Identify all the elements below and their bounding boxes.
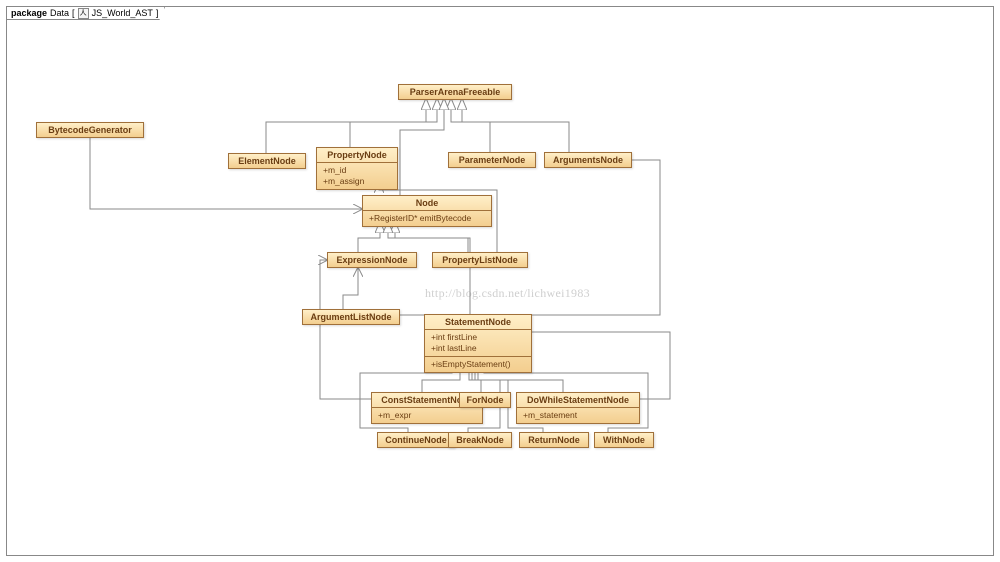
class-arguments-node[interactable]: ArgumentsNode (544, 152, 632, 168)
class-attrs: +m_expr (372, 407, 482, 423)
class-attrs: +m_id +m_assign (317, 162, 397, 189)
class-title: ExpressionNode (328, 253, 416, 267)
attr: +m_expr (378, 410, 476, 421)
class-return-node[interactable]: ReturnNode (519, 432, 589, 448)
class-element-node[interactable]: ElementNode (228, 153, 306, 169)
class-attrs: +int firstLine +int lastLine (425, 329, 531, 356)
class-continue-node[interactable]: ContinueNode (377, 432, 455, 448)
attr: +int firstLine (431, 332, 525, 343)
person-icon: 人 (78, 8, 89, 19)
attr: +m_id (323, 165, 391, 176)
class-title: WithNode (595, 433, 653, 447)
class-parameter-node[interactable]: ParameterNode (448, 152, 536, 168)
package-name: Data (50, 8, 69, 18)
class-node[interactable]: Node +RegisterID* emitBytecode (362, 195, 492, 227)
class-parser-arena-freeable[interactable]: ParserArenaFreeable (398, 84, 512, 100)
class-argument-list-node[interactable]: ArgumentListNode (302, 309, 400, 325)
op: +isEmptyStatement() (431, 359, 525, 370)
package-keyword: package (11, 8, 47, 18)
class-title: DoWhileStatementNode (517, 393, 639, 407)
attr: +m_statement (523, 410, 633, 421)
attr: +int lastLine (431, 343, 525, 354)
package-tab: package Data [ 人 JS_World_AST ] (6, 6, 165, 20)
class-title: ContinueNode (378, 433, 454, 447)
class-ops: +isEmptyStatement() (425, 356, 531, 372)
class-property-node[interactable]: PropertyNode +m_id +m_assign (316, 147, 398, 190)
class-title: ElementNode (229, 154, 305, 168)
class-do-while-statement-node[interactable]: DoWhileStatementNode +m_statement (516, 392, 640, 424)
class-title: StatementNode (425, 315, 531, 329)
class-title: PropertyListNode (433, 253, 527, 267)
class-attrs: +m_statement (517, 407, 639, 423)
class-ops: +RegisterID* emitBytecode (363, 210, 491, 226)
class-with-node[interactable]: WithNode (594, 432, 654, 448)
class-title: ReturnNode (520, 433, 588, 447)
class-title: ArgumentListNode (303, 310, 399, 324)
class-title: BreakNode (449, 433, 511, 447)
class-title: BytecodeGenerator (37, 123, 143, 137)
class-title: ParserArenaFreeable (399, 85, 511, 99)
package-tab-label: JS_World_AST (92, 8, 153, 18)
class-statement-node[interactable]: StatementNode +int firstLine +int lastLi… (424, 314, 532, 373)
attr: +m_assign (323, 176, 391, 187)
class-title: Node (363, 196, 491, 210)
class-for-node[interactable]: ForNode (459, 392, 511, 408)
class-title: ParameterNode (449, 153, 535, 167)
class-title: ForNode (460, 393, 510, 407)
class-title: PropertyNode (317, 148, 397, 162)
class-bytecode-generator[interactable]: BytecodeGenerator (36, 122, 144, 138)
class-expression-node[interactable]: ExpressionNode (327, 252, 417, 268)
class-break-node[interactable]: BreakNode (448, 432, 512, 448)
class-title: ArgumentsNode (545, 153, 631, 167)
watermark-text: http://blog.csdn.net/lichwei1983 (425, 286, 590, 301)
class-property-list-node[interactable]: PropertyListNode (432, 252, 528, 268)
op: +RegisterID* emitBytecode (369, 213, 485, 224)
